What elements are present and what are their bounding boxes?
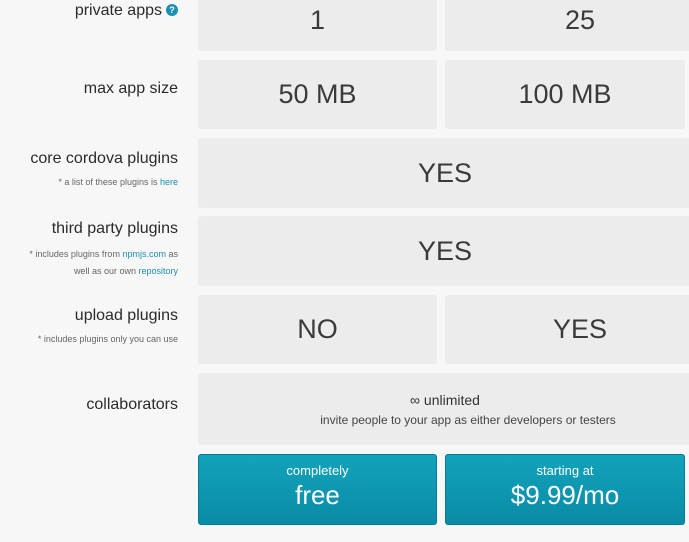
free-plan-button[interactable]: completely free (198, 454, 437, 525)
core-plugins-cell: YES (198, 138, 689, 208)
core-plugins-note-text: * a list of these plugins is (58, 177, 158, 187)
core-plugins-label: core cordova plugins * a list of these p… (0, 150, 178, 191)
paid-plan-caption: starting at (536, 463, 594, 478)
third-party-note: * includes plugins from npmjs.com as wel… (0, 246, 178, 280)
free-plan-caption: completely (286, 463, 349, 478)
third-party-note-own: well as our own (73, 266, 136, 276)
collaborators-cell: ∞ unlimited invite people to your app as… (198, 373, 689, 445)
upload-plugins-title: upload plugins (74, 307, 178, 324)
third-party-cell: YES (198, 216, 689, 286)
collaborators-label: collaborators (86, 396, 178, 414)
max-app-size-free-cell: 50 MB (198, 60, 437, 129)
core-plugins-title: core cordova plugins (30, 150, 178, 167)
help-icon[interactable]: ? (166, 4, 178, 16)
max-app-size-paid-cell: 100 MB (445, 60, 685, 129)
private-apps-paid-value: 25 (564, 5, 596, 35)
core-plugins-here-link[interactable]: here (160, 177, 178, 187)
private-apps-title: private apps (74, 2, 162, 19)
npmjs-link[interactable]: npmjs.com (122, 249, 166, 259)
upload-paid-cell: YES (445, 295, 689, 364)
max-app-size-free-value: 50 MB (278, 79, 357, 109)
private-apps-free-cell: 1 (198, 0, 437, 51)
paid-plan-price: $9.99/mo (510, 480, 620, 510)
private-apps-paid-cell: 25 (445, 0, 689, 51)
third-party-label: third party plugins * includes plugins f… (0, 220, 178, 280)
third-party-note-as: as (168, 249, 178, 259)
collaborators-sub: invite people to your app as either deve… (320, 412, 616, 427)
collaborators-title: collaborators (86, 396, 178, 413)
repository-link[interactable]: repository (138, 266, 178, 276)
upload-free-cell: NO (198, 295, 437, 364)
free-plan-price: free (295, 480, 340, 510)
core-plugins-value: YES (417, 157, 473, 188)
third-party-value: YES (417, 235, 473, 266)
core-plugins-note: * a list of these plugins is here (0, 174, 178, 191)
third-party-note-prefix: * includes plugins from (29, 249, 120, 259)
paid-plan-button[interactable]: starting at $9.99/mo (445, 454, 685, 525)
upload-free-value: NO (297, 314, 338, 344)
upload-plugins-note: * includes plugins only you can use (37, 334, 178, 344)
max-app-size-paid-value: 100 MB (518, 79, 612, 109)
max-app-size-title: max app size (83, 80, 178, 97)
upload-paid-value: YES (552, 314, 608, 344)
private-apps-free-value: 1 (309, 5, 326, 35)
third-party-title: third party plugins (51, 220, 178, 237)
private-apps-label: private apps? (75, 2, 178, 20)
upload-plugins-label: upload plugins * includes plugins only y… (0, 307, 178, 348)
max-app-size-label: max app size (84, 80, 178, 98)
collaborators-value: ∞ unlimited (410, 391, 480, 408)
